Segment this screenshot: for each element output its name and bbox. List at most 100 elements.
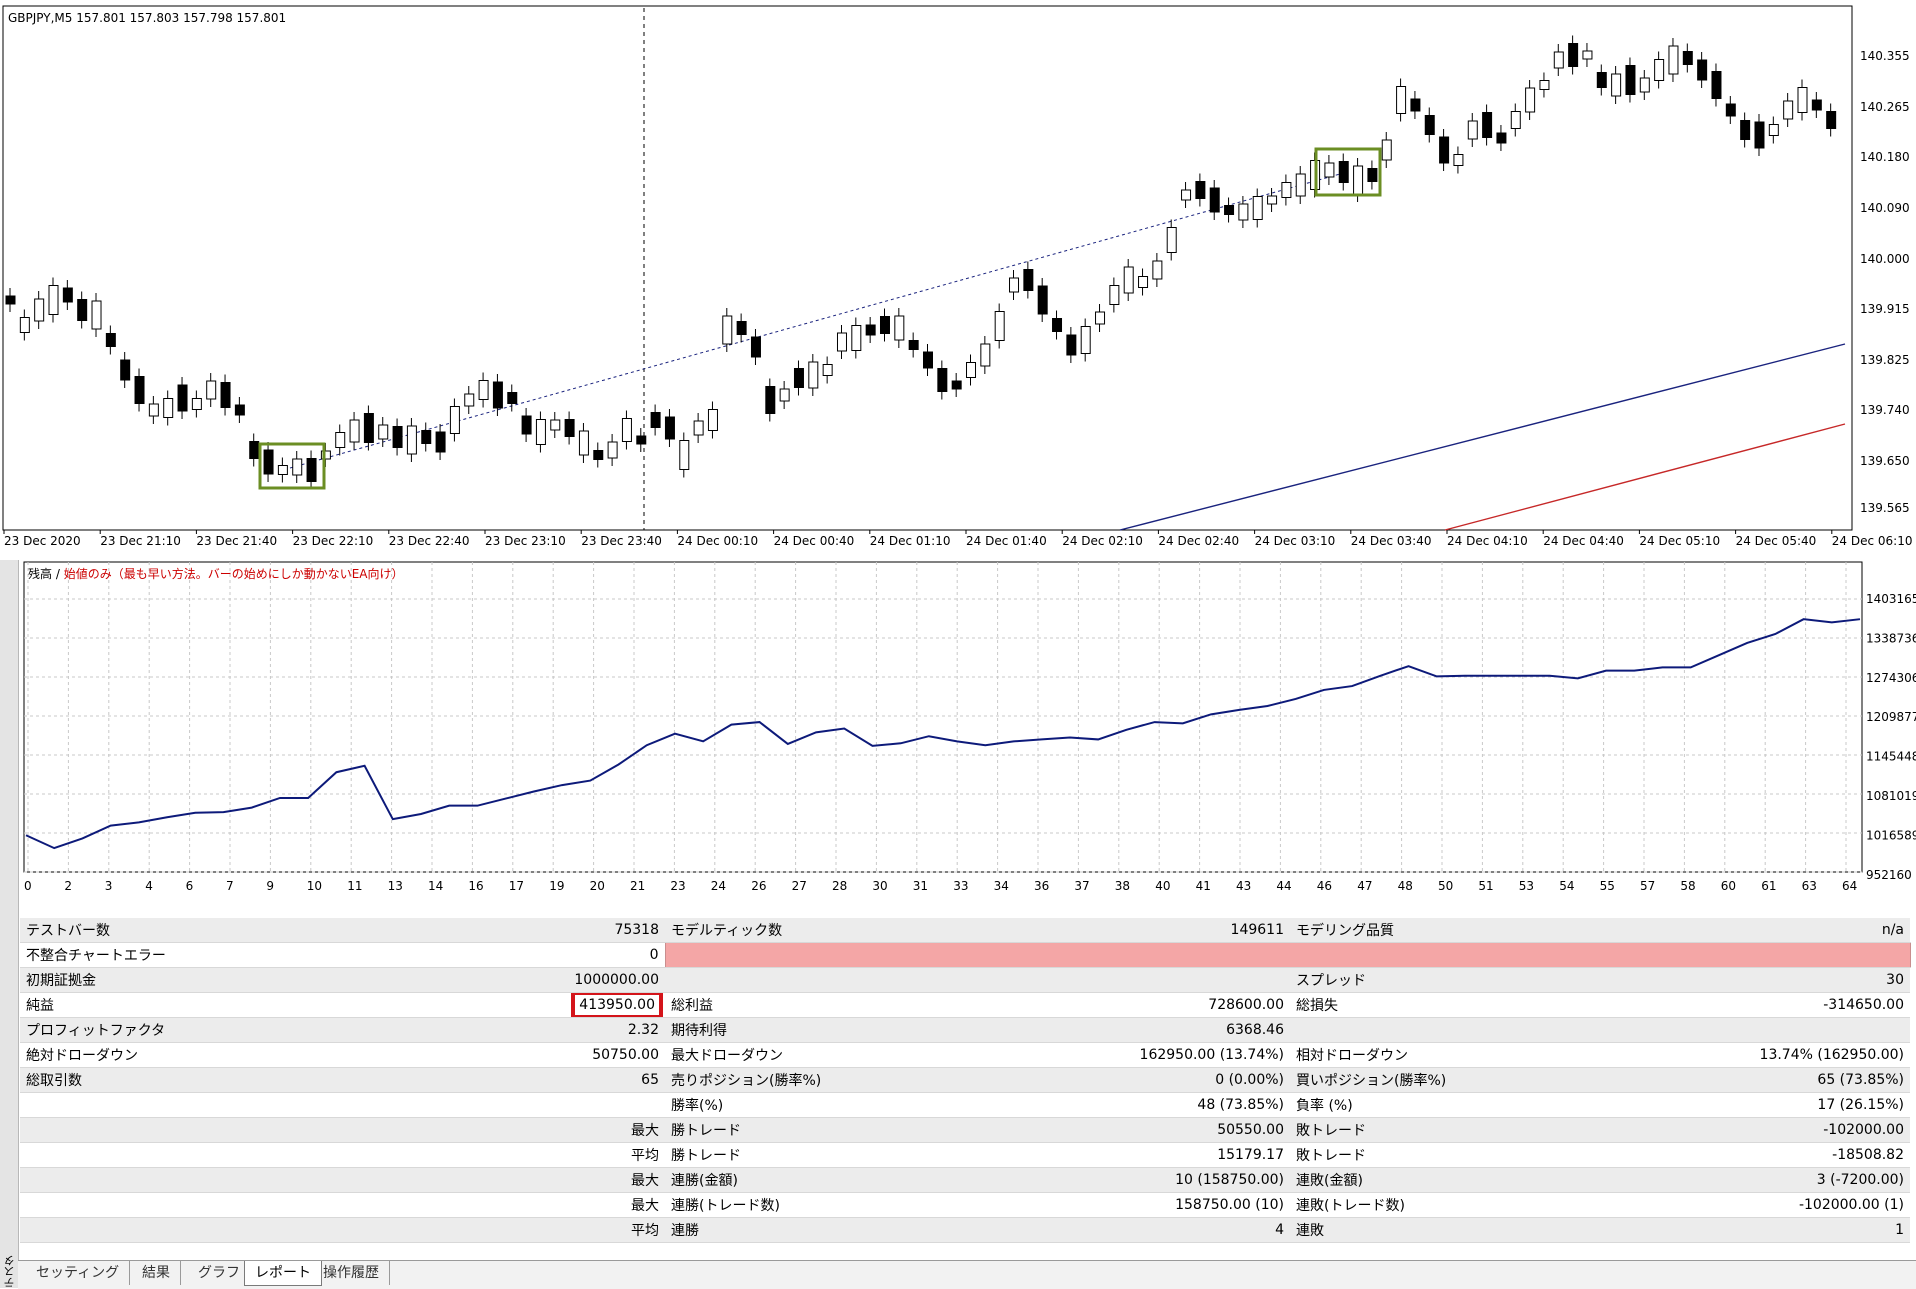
candle-body (1725, 103, 1736, 117)
equity-x-tick: 13 (388, 879, 403, 893)
report-value: 6368.46 (985, 1017, 1290, 1043)
report-row: 最大 勝トレード 50550.00 敗トレード -102000.00 (20, 1117, 1910, 1143)
equity-x-tick: 44 (1276, 879, 1291, 893)
equity-title-note: 始値のみ（最も早い方法。バーの始めにしか動かないEA向け） (64, 566, 404, 581)
report-cell-text: 65 (641, 1072, 659, 1088)
candle-body (621, 418, 632, 442)
equity-y-tick: 1338736 (1866, 631, 1916, 645)
report-row: 平均 連勝 4 連敗 1 (20, 1217, 1910, 1243)
equity-x-tick: 21 (630, 879, 645, 893)
candle-body (1152, 260, 1163, 280)
candle-body (707, 409, 718, 431)
candle-body (1768, 124, 1779, 136)
time-axis: 23 Dec 2020 23 Dec 21:10 23 Dec 21:40 23 De… (3, 530, 1913, 548)
report-row: 勝率(%) 48 (73.85%) 負率 (%) 17 (26.15%) (20, 1092, 1910, 1118)
candle-body (779, 388, 790, 402)
candle-body (593, 450, 604, 460)
price-chart-panel[interactable]: GBPJPY,M5 157.801 157.803 157.798 157.80… (0, 0, 1916, 552)
candle-body (1783, 100, 1794, 120)
candle-body (966, 362, 977, 378)
tab-results[interactable]: 結果 (132, 1261, 181, 1285)
report-label: 絶対ドローダウン (20, 1042, 520, 1068)
tab-graph[interactable]: グラフ (188, 1261, 251, 1285)
time-tick: 24 Dec 03:10 (1255, 534, 1336, 548)
report-cell-text: 30 (1886, 972, 1904, 988)
equity-x-tick: 48 (1398, 879, 1413, 893)
candle-body (48, 285, 59, 315)
report-cell-text: 17 (26.15%) (1817, 1097, 1904, 1113)
candle-body (1181, 189, 1192, 201)
tab-settings[interactable]: セッティング (26, 1261, 131, 1285)
report-cell-text: 絶対ドローダウン (26, 1048, 138, 1064)
symbol-header: GBPJPY,M5 157.801 157.803 157.798 157.80… (8, 11, 286, 25)
candle-body (793, 368, 804, 388)
report-row: 初期証拠金 1000000.00 スプレッド 30 (20, 967, 1910, 993)
candle-body (5, 295, 16, 305)
candle-body (1052, 318, 1063, 332)
tab-history[interactable]: 操作履歴 (313, 1261, 390, 1285)
net-profit-value: 413950.00 (571, 992, 663, 1017)
report-label: 買いポジション(勝率%) (1290, 1067, 1610, 1093)
candle-body (1209, 187, 1220, 213)
price-chart[interactable]: GBPJPY,M5 157.801 157.803 157.798 157.80… (0, 0, 1916, 552)
tab-report[interactable]: レポート (244, 1261, 322, 1286)
report-cell-text: 13.74% (162950.00) (1759, 1047, 1904, 1063)
report-label (20, 1117, 520, 1143)
report-label: 敗トレード (1290, 1117, 1610, 1143)
candle-body (908, 340, 919, 350)
candle-body (1023, 269, 1034, 291)
candle-body (736, 321, 747, 335)
candle-body (1811, 99, 1822, 111)
report-cell-text: 平均 (631, 1148, 659, 1164)
equity-x-tick: 53 (1519, 879, 1534, 893)
report-label: 純益 (20, 992, 520, 1018)
time-tick: 23 Dec 23:40 (581, 534, 662, 548)
equity-x-tick: 60 (1721, 879, 1736, 893)
equity-chart-panel[interactable]: 残高 / 始値のみ（最も早い方法。バーの始めにしか動かないEA向け） 14031… (0, 556, 1916, 902)
price-plot-area[interactable] (2, 5, 1853, 531)
equity-x-tick: 20 (590, 879, 605, 893)
report-value: 平均 (520, 1217, 665, 1243)
report-label (20, 1142, 520, 1168)
equity-x-tick: 40 (1155, 879, 1170, 893)
equity-x-tick: 34 (994, 879, 1009, 893)
report-cell-text: 10 (158750.00) (1175, 1172, 1284, 1188)
report-cell-text: 1000000.00 (574, 972, 659, 988)
time-tick: 24 Dec 05:10 (1639, 534, 1720, 548)
report-value: n/a (1610, 918, 1910, 943)
candle-body (1353, 165, 1364, 195)
candle-body (1267, 195, 1278, 205)
report-cell-text: 買いポジション(勝率%) (1296, 1073, 1447, 1089)
candle-body (1295, 173, 1306, 197)
candle-body (765, 386, 776, 414)
report-value: -18508.82 (1610, 1142, 1910, 1168)
report-label: スプレッド (1290, 967, 1610, 993)
candle-body (177, 384, 188, 412)
candle-body (650, 412, 661, 428)
candle-body (894, 315, 905, 341)
equity-plot-area (23, 561, 1863, 873)
report-label: モデルティック数 (665, 918, 985, 943)
report-row: 最大 連勝(金額) 10 (158750.00) 連敗(金額) 3 (-7200.00) (20, 1167, 1910, 1193)
candle-body (1539, 80, 1550, 90)
report-cell-text: 初期証拠金 (26, 973, 96, 989)
price-tick: 139.825 (1860, 353, 1910, 367)
report-value (1610, 1017, 1910, 1043)
report-value: 149611 (985, 918, 1290, 943)
report-row: テストバー数 75318 モデルティック数 149611 モデリング品質 n/a (20, 918, 1910, 943)
time-tick: 24 Dec 00:10 (677, 534, 758, 548)
price-tick: 140.265 (1860, 100, 1910, 114)
candle-body (1138, 276, 1149, 288)
report-row: 純益 413950.00 総利益 728600.00 総損失 -314650.00 (20, 992, 1910, 1018)
equity-chart[interactable]: 残高 / 始値のみ（最も早い方法。バーの始めにしか動かないEA向け） 14031… (0, 556, 1916, 902)
report-value: 65 (520, 1067, 665, 1093)
report-cell-text: 15179.17 (1217, 1147, 1284, 1163)
report-label: 売りポジション(勝率%) (665, 1067, 985, 1093)
report-cell-text: 149611 (1230, 922, 1284, 938)
equity-x-tick: 24 (711, 879, 726, 893)
candle-body (1410, 98, 1421, 112)
report-label: 勝トレード (665, 1117, 985, 1143)
report-label: テストバー数 (20, 918, 520, 943)
report-cell-text: 最大 (631, 1173, 659, 1189)
candle-body (1668, 45, 1679, 75)
